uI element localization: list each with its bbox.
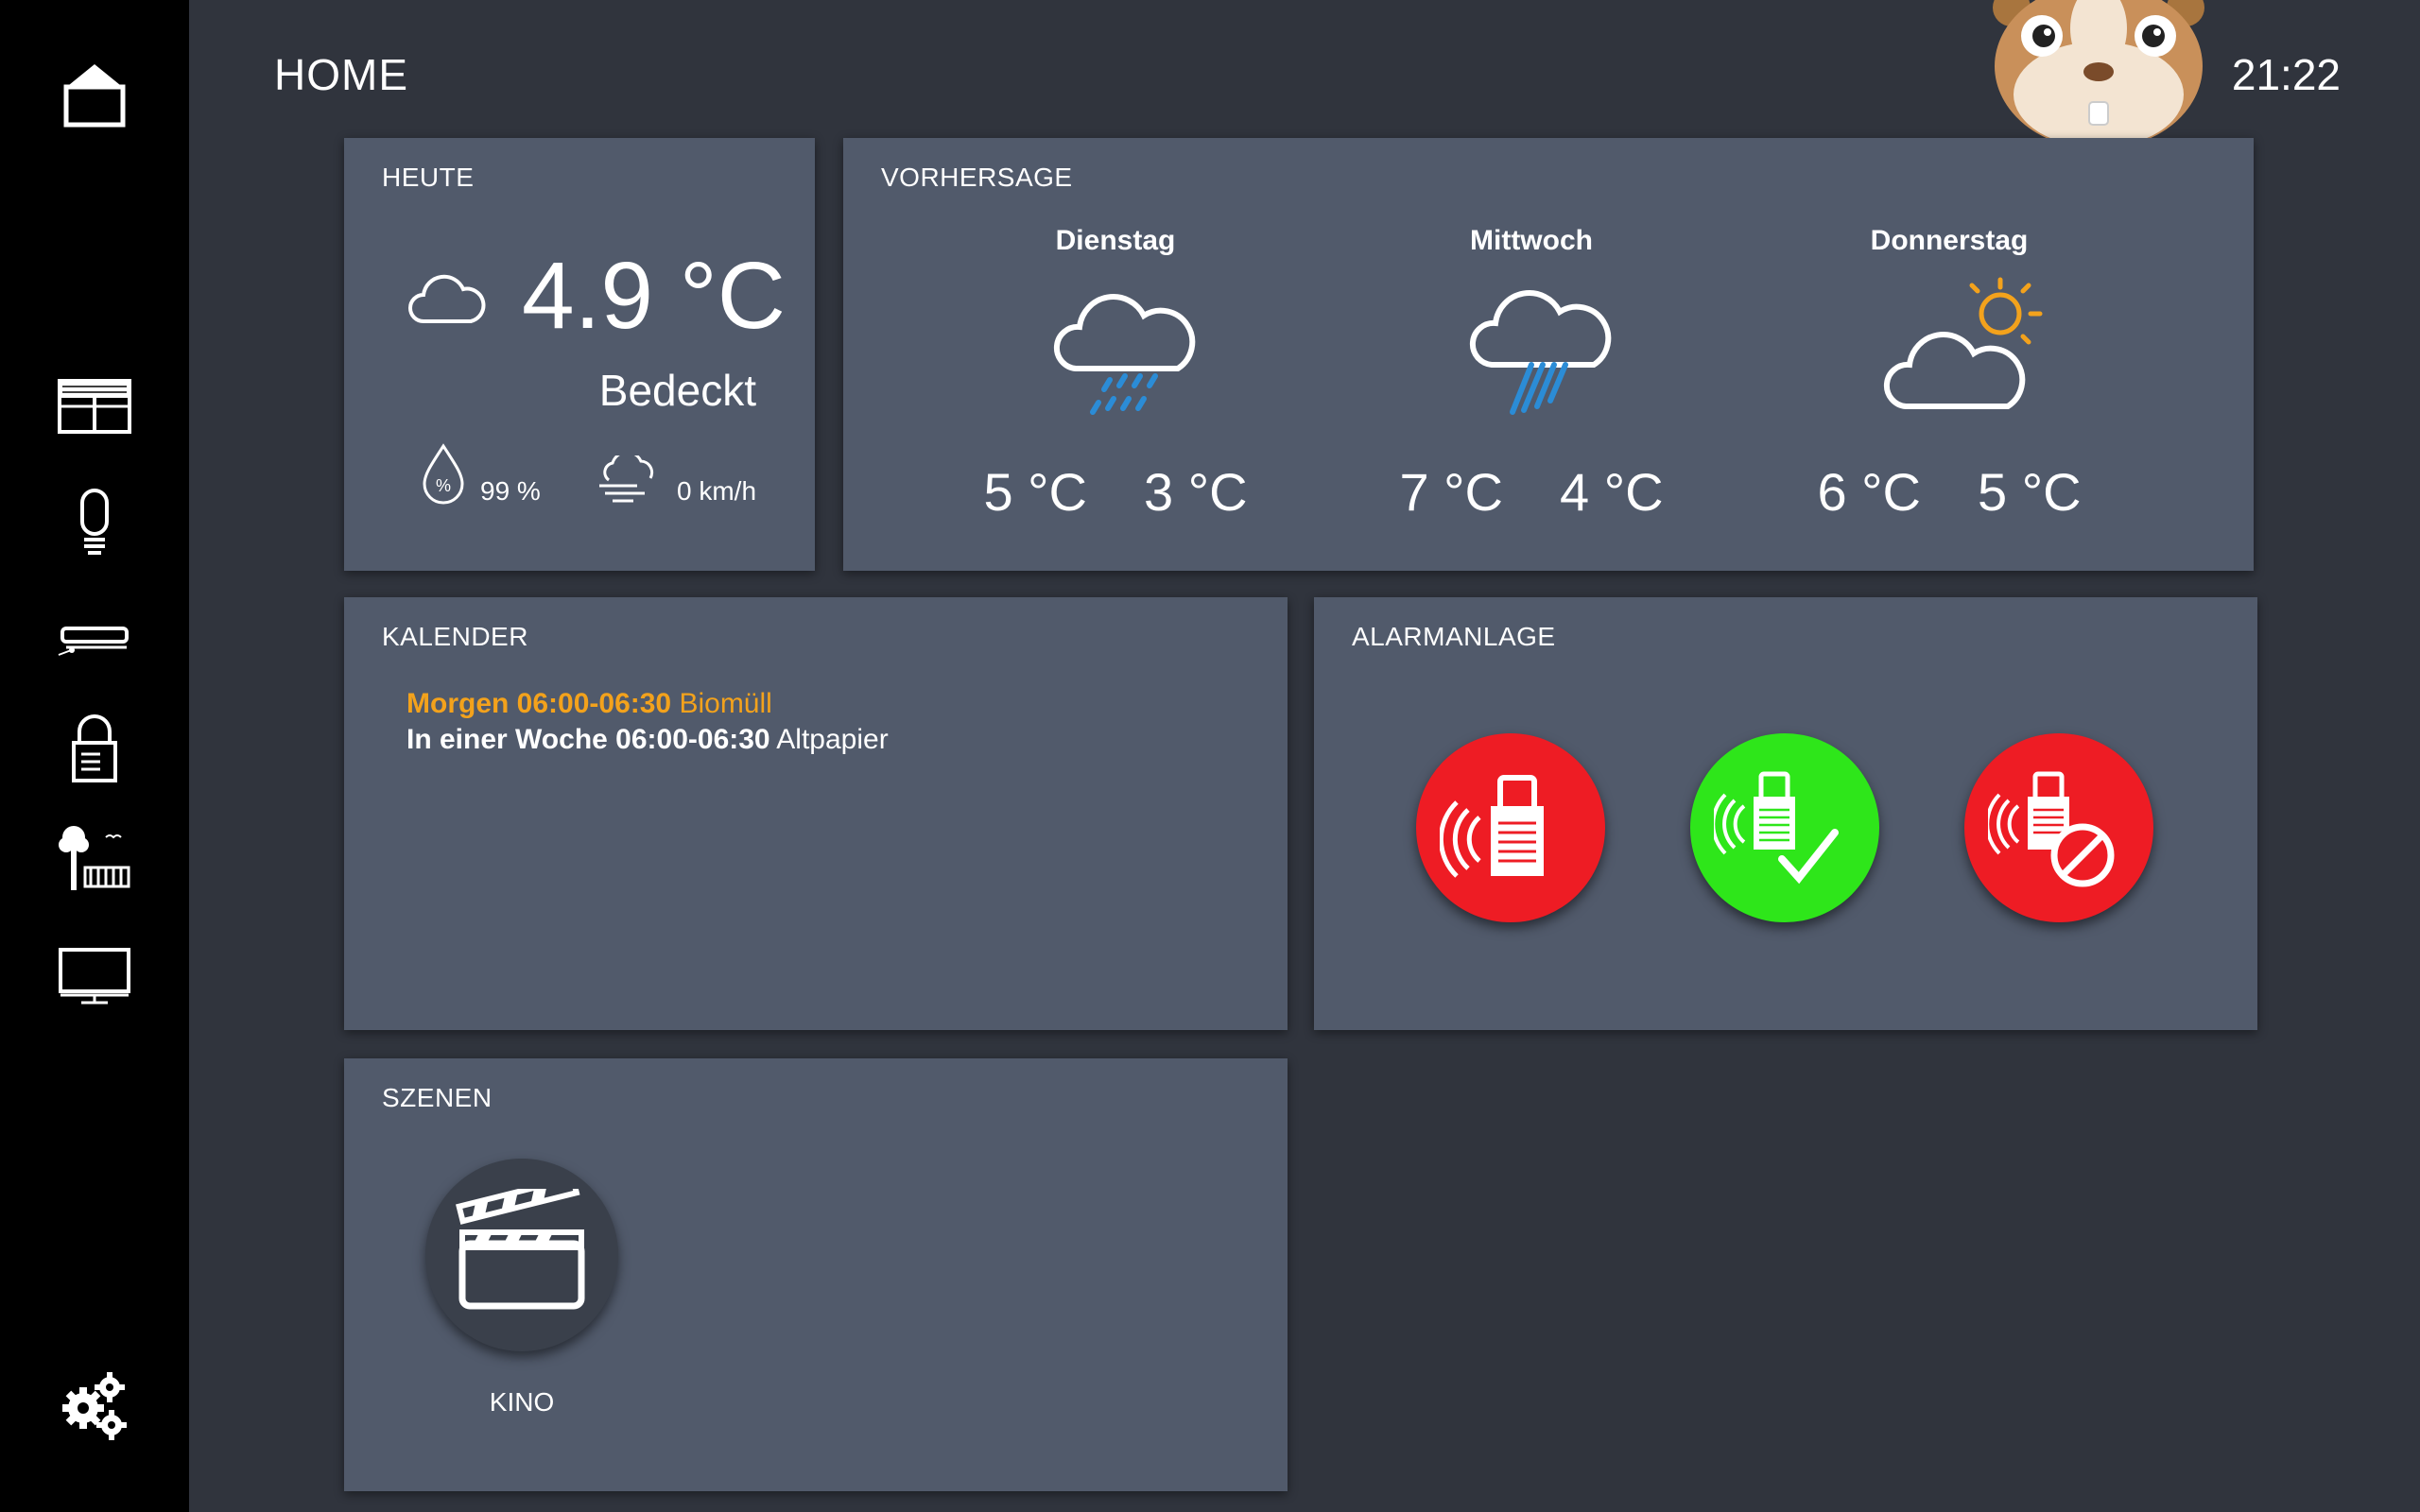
partly-cloudy-icon: [1883, 277, 2043, 409]
gear-icon: [62, 1372, 127, 1440]
today-card: HEUTE 4.9 °C Bedeckt % 99 % 0 km/h: [344, 138, 815, 571]
scene-kino-label: KINO: [489, 1387, 555, 1417]
hamster-mascot-icon[interactable]: [1976, 0, 2221, 142]
alarm-ok-icon: [1714, 771, 1839, 885]
calendar-entry-time: In einer Woche 06:00-06:30: [406, 724, 770, 755]
calendar-card: KALENDER Morgen 06:00-06:30 Biomüll In e…: [344, 597, 1288, 1030]
clock: 21:22: [2231, 50, 2341, 99]
nav-media-button[interactable]: [47, 929, 142, 1023]
forecast-high: 5 °C: [983, 462, 1087, 522]
monitor-icon: [59, 948, 130, 1005]
nav-security-button[interactable]: [47, 701, 142, 796]
alarm-disarm-button[interactable]: [1964, 733, 2153, 922]
current-condition: Bedeckt: [598, 366, 756, 415]
forecast-low: 3 °C: [1144, 462, 1248, 522]
calendar-entry[interactable]: In einer Woche 06:00-06:30 Altpapier: [406, 724, 889, 756]
forecast-day-name: Mittwoch: [1470, 225, 1593, 256]
humidity-drop-icon: %: [423, 443, 464, 505]
wind-value: 0 km/h: [677, 476, 757, 506]
calendar-entry-time: Morgen 06:00-06:30: [406, 688, 672, 719]
drizzle-icon: [1053, 294, 1196, 415]
calendar-entry[interactable]: Morgen 06:00-06:30 Biomüll: [406, 688, 772, 720]
forecast-title: VORHERSAGE: [881, 163, 1073, 192]
garden-icon: [59, 826, 130, 890]
home-icon: [63, 64, 126, 128]
sidebar: [0, 0, 189, 1512]
alarm-armed-icon: [1440, 775, 1544, 878]
nav-windows-button[interactable]: [47, 359, 142, 454]
calendar-entry-title: Biomüll: [679, 688, 772, 719]
svg-text:%: %: [436, 476, 451, 495]
alarm-disabled-icon: [1988, 771, 2115, 887]
calendar-title: KALENDER: [382, 622, 528, 651]
today-title: HEUTE: [382, 163, 475, 192]
calendar-entry-title: Altpapier: [776, 724, 889, 755]
window-icon: [58, 379, 131, 434]
nav-vacuum-button[interactable]: [47, 591, 142, 685]
page-title: HOME: [274, 50, 408, 99]
nav-lights-button[interactable]: [47, 475, 142, 570]
lock-icon: [72, 714, 117, 782]
clapperboard-icon: [456, 1189, 585, 1310]
forecast-high: 6 °C: [1817, 462, 1921, 522]
forecast-day: Donnerstag 6 °C 5 °C: [1807, 225, 2091, 546]
alarm-ok-button[interactable]: [1690, 733, 1879, 922]
rain-icon: [1469, 290, 1612, 415]
forecast-low: 5 °C: [1978, 462, 2082, 522]
forecast-low: 4 °C: [1560, 462, 1664, 522]
humidity-value: 99 %: [480, 476, 541, 506]
forecast-high: 7 °C: [1399, 462, 1503, 522]
scenes-card: SZENEN KINO: [344, 1058, 1288, 1491]
forecast-temps: 7 °C 4 °C: [1390, 461, 1673, 523]
forecast-card: VORHERSAGE Dienstag 5 °C 3 °C Mittwoch 7…: [843, 138, 2254, 571]
current-temperature: 4.9 °C: [522, 243, 786, 349]
wind-icon: [599, 455, 654, 503]
forecast-day-name: Dienstag: [1055, 225, 1176, 256]
forecast-temps: 5 °C 3 °C: [974, 461, 1257, 523]
cloud-icon: [408, 274, 486, 323]
forecast-temps: 6 °C 5 °C: [1807, 461, 2091, 523]
alarm-card: ALARMANLAGE: [1314, 597, 2257, 1030]
scenes-title: SZENEN: [382, 1083, 493, 1112]
alarm-arm-button[interactable]: [1416, 733, 1605, 922]
forecast-day: Mittwoch 7 °C 4 °C: [1390, 225, 1673, 546]
nav-home-button[interactable]: [47, 47, 142, 142]
nav-garden-button[interactable]: [47, 811, 142, 905]
forecast-day-name: Donnerstag: [1870, 225, 2029, 256]
light-bulb-icon: [80, 489, 109, 555]
robot-vacuum-icon: [58, 627, 129, 656]
scene-kino-button[interactable]: [425, 1159, 618, 1351]
forecast-day: Dienstag 5 °C 3 °C: [974, 225, 1257, 546]
nav-settings-button[interactable]: [47, 1357, 142, 1452]
alarm-title: ALARMANLAGE: [1352, 622, 1556, 651]
